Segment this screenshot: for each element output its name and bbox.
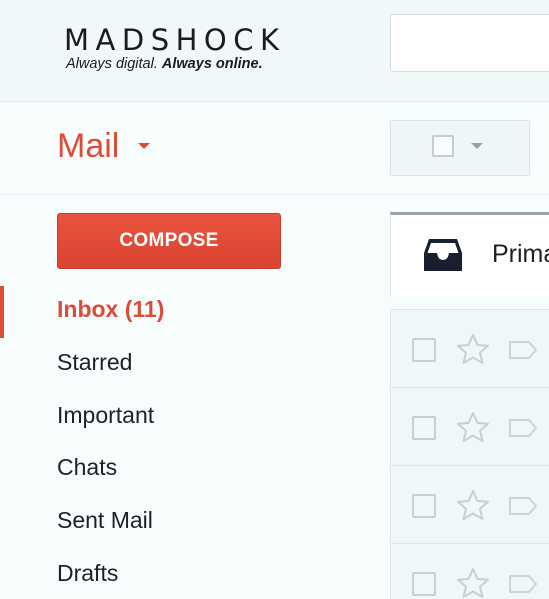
select-all-button[interactable] [390, 120, 530, 176]
row-divider [390, 309, 549, 310]
nav-item-starred[interactable]: Starred [57, 347, 132, 377]
tagline-regular: Always digital. [66, 56, 158, 72]
select-all-checkbox[interactable] [432, 135, 454, 157]
star-outline-icon[interactable] [456, 489, 490, 521]
nav-item-important[interactable]: Important [57, 400, 154, 430]
row-checkbox[interactable] [412, 338, 436, 362]
nav-item-sent-mail[interactable]: Sent Mail [57, 505, 153, 535]
tagline-bold: Always online. [161, 56, 263, 72]
nav-item-inbox[interactable]: Inbox (11) [57, 294, 164, 324]
tab-primary-label: Prima [492, 240, 549, 268]
mail-app-switcher[interactable]: Mail [57, 124, 119, 168]
nav-item-drafts[interactable]: Drafts [57, 558, 118, 588]
compose-button[interactable]: COMPOSE [57, 213, 281, 269]
row-divider [390, 465, 549, 466]
caret-down-icon[interactable] [471, 143, 483, 149]
label-tag-icon[interactable] [508, 574, 538, 594]
caret-down-icon[interactable] [138, 143, 150, 149]
star-outline-icon[interactable] [456, 411, 490, 443]
active-nav-indicator [0, 286, 4, 338]
row-checkbox[interactable] [412, 416, 436, 440]
brand-tagline: Always digital. Always online. [66, 56, 263, 73]
inbox-tray-icon [424, 239, 462, 271]
label-tag-icon[interactable] [508, 340, 538, 360]
nav-item-chats[interactable]: Chats [57, 452, 117, 482]
star-outline-icon[interactable] [456, 567, 490, 599]
label-tag-icon[interactable] [508, 496, 538, 516]
brand-logo: MADSHOCK [64, 23, 286, 57]
label-tag-icon[interactable] [508, 418, 538, 438]
row-divider [390, 387, 549, 388]
row-checkbox[interactable] [412, 494, 436, 518]
star-outline-icon[interactable] [456, 333, 490, 365]
search-input[interactable] [390, 14, 549, 72]
row-checkbox[interactable] [412, 572, 436, 596]
row-divider [390, 543, 549, 544]
